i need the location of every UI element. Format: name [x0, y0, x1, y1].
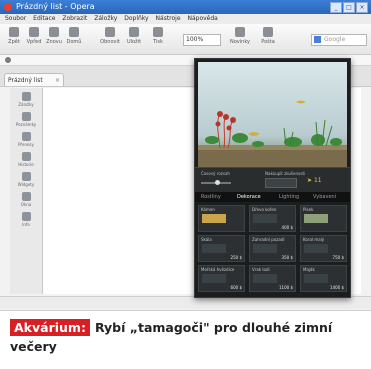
shop-tile[interactable]: Vrak lodi 1100 $: [249, 265, 296, 292]
side-panel: Záložky Poznámky Přenosy Historie Widget…: [10, 88, 43, 294]
minimize-button[interactable]: _: [330, 2, 342, 13]
search-input[interactable]: Google: [311, 34, 367, 46]
print-icon: [153, 27, 163, 37]
figure-caption: Akvárium: Rybí „tamagoči" pro dlouhé zimn…: [10, 318, 362, 356]
window-controls: _ □ ×: [330, 2, 368, 13]
fish-count: ➤ 11: [307, 177, 322, 184]
refresh-button[interactable]: Obnovit: [100, 27, 120, 45]
shop-tile[interactable]: Maják 1400 $: [300, 265, 347, 292]
shop-tile[interactable]: Koral malý 750 $: [300, 235, 347, 262]
tab-lighting[interactable]: Lighting: [279, 192, 299, 202]
panel-windows[interactable]: Okna: [13, 192, 39, 207]
history-icon: [21, 152, 31, 161]
tab-blank-page[interactable]: Prázdný list ×: [4, 73, 64, 86]
shop-tile[interactable]: Skála 250 $: [198, 235, 245, 262]
close-button[interactable]: ×: [356, 2, 368, 13]
home-icon: [69, 27, 79, 37]
menu-item[interactable]: Nástroje: [156, 14, 181, 24]
aquarium-widget: Časový rozsah Nakoupit zkušenosti ➤ 11 R…: [194, 58, 351, 298]
back-icon: [9, 27, 19, 37]
save-icon: [129, 27, 139, 37]
maximize-button[interactable]: □: [343, 2, 355, 13]
tab-label: Prázdný list: [8, 77, 43, 84]
toolbar: Zpět Vpřed Znovu Domů Obnovit Uložit Tis…: [0, 24, 371, 55]
rss-icon: [235, 27, 245, 37]
news-button[interactable]: Novinky: [228, 27, 252, 45]
hud-label-time: Časový rozsah: [201, 171, 230, 176]
title-bar: Prázdný list - Opera _ □ ×: [0, 0, 371, 14]
opera-icon: [4, 3, 12, 11]
menu-bar: Soubor Editace Zobrazit Záložky Doplňky …: [0, 14, 371, 24]
aquarium-tabs: Rostliny Dekorace Lighting Vybavení: [195, 192, 350, 202]
panel-history[interactable]: Historie: [13, 152, 39, 167]
forward-button[interactable]: Vpřed: [24, 27, 44, 45]
browser-screenshot: Prázdný list - Opera _ □ × Soubor Editac…: [0, 0, 371, 311]
panel-notes[interactable]: Poznámky: [13, 112, 39, 127]
aquarium-tank: [198, 62, 347, 167]
buy-button[interactable]: [265, 178, 297, 188]
item-preview: [304, 244, 328, 253]
tab-plants[interactable]: Rostliny: [201, 192, 221, 202]
slider-handle[interactable]: [215, 180, 220, 185]
tab-close-icon[interactable]: ×: [55, 74, 60, 87]
shop-tile[interactable]: Písek: [300, 205, 347, 232]
reload-button[interactable]: Znovu: [44, 27, 64, 45]
zoom-select[interactable]: 100%: [183, 34, 221, 46]
tab-equipment[interactable]: Vybavení: [313, 192, 336, 202]
shop-tile[interactable]: Dřevo kořen 400 $: [249, 205, 296, 232]
widgets-icon: [21, 172, 31, 181]
google-icon: [314, 36, 321, 43]
bookmarks-icon: [21, 92, 31, 101]
item-preview: [253, 214, 277, 223]
page-icon: [5, 57, 11, 63]
item-preview: [202, 214, 226, 223]
item-preview: [202, 244, 226, 253]
menu-item[interactable]: Zobrazit: [62, 14, 87, 24]
aquarium-hud: Časový rozsah Nakoupit zkušenosti ➤ 11: [195, 167, 350, 192]
windows-icon: [21, 192, 31, 201]
forward-icon: [29, 27, 39, 37]
print-button[interactable]: Tisk: [148, 27, 168, 45]
transfers-icon: [21, 132, 31, 141]
shop-tile[interactable]: Kámen: [198, 205, 245, 232]
item-preview: [202, 274, 226, 283]
menu-item[interactable]: Doplňky: [124, 14, 148, 24]
tab-decorations[interactable]: Dekorace: [237, 192, 261, 202]
home-button[interactable]: Domů: [64, 27, 84, 45]
panel-transfers[interactable]: Přenosy: [13, 132, 39, 147]
mail-icon: [263, 27, 273, 37]
info-icon: [21, 212, 31, 221]
panel-bookmarks[interactable]: Záložky: [13, 92, 39, 107]
item-preview: [253, 274, 277, 283]
shop-grid: Kámen Dřevo kořen 400 $ Písek Skála 250 $ …: [198, 205, 347, 293]
window-title: Prázdný list - Opera: [16, 2, 95, 11]
panel-info[interactable]: Info: [13, 212, 39, 227]
menu-item[interactable]: Záložky: [94, 14, 117, 24]
back-button[interactable]: Zpět: [4, 27, 24, 45]
shop-tile[interactable]: Mořská hvězdice 600 $: [198, 265, 245, 292]
mail-button[interactable]: Pošta: [256, 27, 280, 45]
caption-badge: Akvárium:: [10, 319, 90, 336]
refresh-icon: [105, 27, 115, 37]
item-preview: [253, 244, 277, 253]
hud-label-buy: Nakoupit zkušenosti: [265, 171, 306, 176]
panel-widgets[interactable]: Widgety: [13, 172, 39, 187]
item-preview: [304, 214, 328, 223]
menu-item[interactable]: Nápověda: [187, 14, 217, 24]
save-button[interactable]: Uložit: [124, 27, 144, 45]
menu-item[interactable]: Soubor: [5, 14, 26, 24]
menu-item[interactable]: Editace: [33, 14, 55, 24]
reload-icon: [49, 27, 59, 37]
notes-icon: [21, 112, 31, 121]
item-preview: [304, 274, 328, 283]
shop-tile[interactable]: Zahradní pozadí 350 $: [249, 235, 296, 262]
